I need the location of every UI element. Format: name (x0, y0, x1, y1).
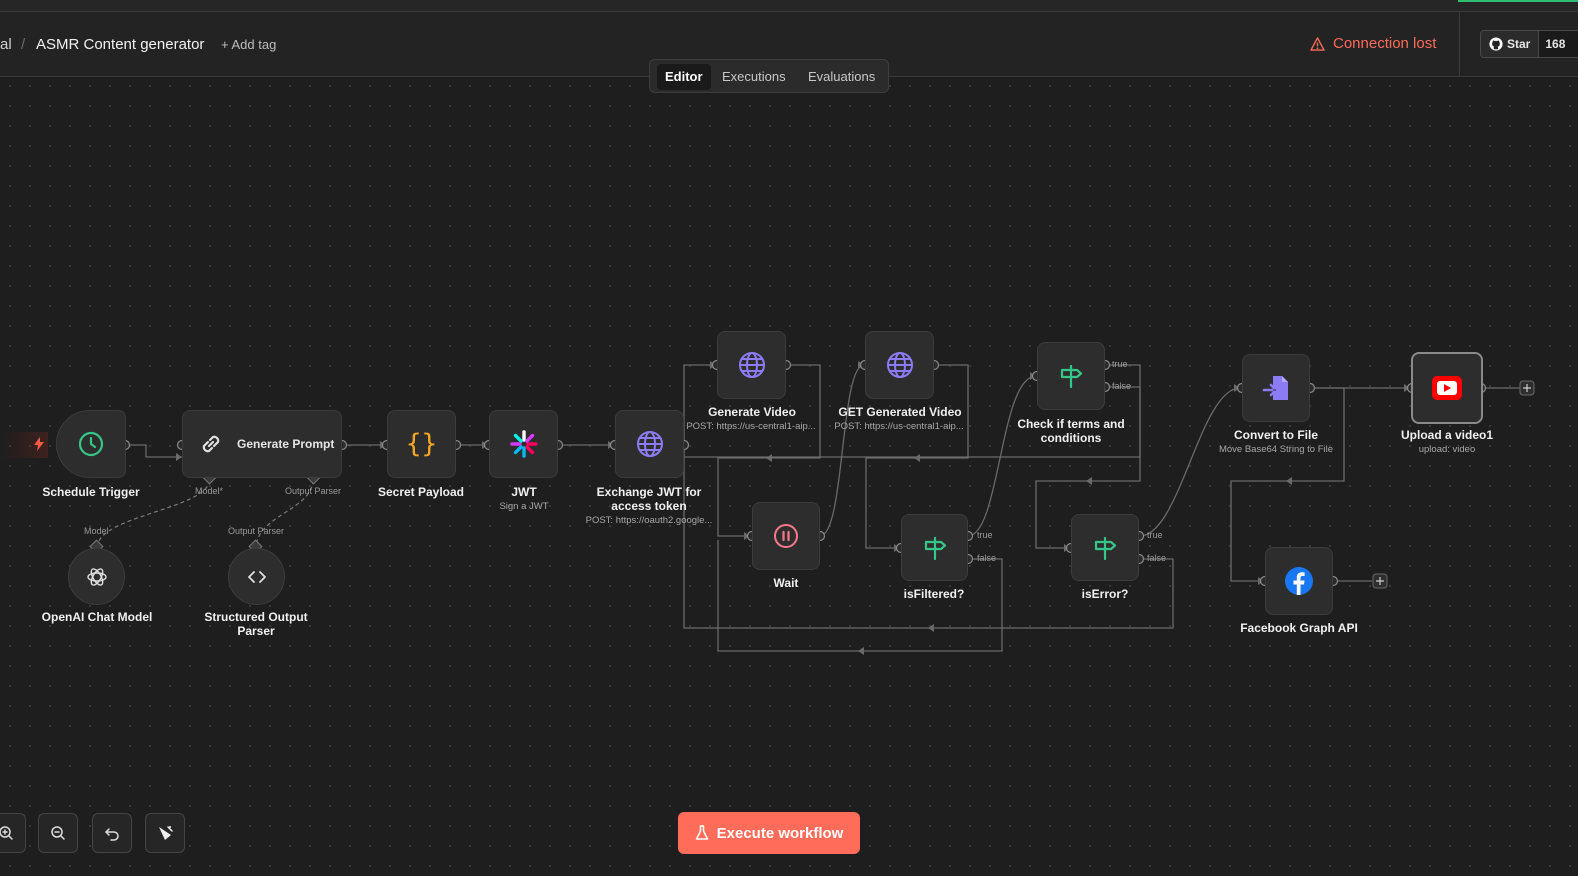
is-error-true-label: true (1147, 530, 1163, 540)
node-exchange-jwt[interactable] (615, 410, 684, 478)
node-facebook-graph-api[interactable] (1265, 547, 1333, 615)
port-output-parser-label: Output Parser (285, 486, 342, 496)
node-wait[interactable] (752, 502, 820, 570)
parser-port-label: Output Parser (228, 526, 285, 536)
openai-icon (86, 567, 107, 586)
node-schedule-trigger-label: Schedule Trigger (42, 485, 140, 499)
node-secret-payload[interactable]: {} (387, 410, 456, 478)
broom-icon (159, 826, 173, 840)
node-is-filtered[interactable] (901, 514, 968, 581)
node-get-generated-video[interactable] (865, 331, 934, 399)
zoom-in-button[interactable] (0, 813, 26, 853)
node-exchange-jwt-label: Exchange JWT for access token (596, 485, 702, 513)
node-generate-video[interactable] (717, 331, 786, 399)
node-facebook-graph-api-label: Facebook Graph API (1240, 621, 1358, 635)
execute-workflow-label: Execute workflow (716, 824, 844, 842)
code-icon (247, 570, 266, 583)
is-filtered-false-label: false (977, 553, 997, 563)
node-get-generated-video-label: GET Generated Video (838, 405, 962, 419)
node-check-terms[interactable] (1037, 342, 1105, 410)
signpost-icon (1060, 364, 1083, 389)
signpost-icon (924, 536, 946, 560)
node-upload-video[interactable] (1411, 352, 1483, 424)
node-wait-label: Wait (773, 576, 799, 590)
node-is-error-label: isError? (1081, 587, 1129, 601)
is-filtered-true-label: true (977, 530, 993, 540)
reset-zoom-button[interactable] (92, 813, 132, 853)
execute-workflow-button[interactable]: Execute workflow (678, 812, 860, 854)
node-exchange-jwt-sub: POST: https://oauth2.google... (585, 515, 713, 526)
edge-wait-getvideo[interactable] (819, 364, 865, 537)
node-openai-chat-model-label: OpenAI Chat Model (41, 610, 153, 624)
globe-icon (636, 431, 663, 457)
check-terms-true-label: true (1112, 359, 1128, 369)
node-check-terms-label: Check if terms and conditions (1017, 417, 1125, 445)
port-model-label: Model* (195, 486, 224, 496)
braces-icon: {} (405, 429, 438, 459)
node-is-filtered-label: isFiltered? (903, 587, 965, 601)
node-convert-to-file[interactable] (1242, 354, 1310, 422)
clock-icon (78, 431, 104, 457)
edge-isfiltered-check[interactable] (967, 375, 1037, 537)
openai-port-label: Model (84, 526, 109, 536)
link-icon (202, 435, 220, 453)
facebook-icon (1285, 567, 1313, 595)
node-jwt[interactable] (489, 410, 558, 478)
node-secret-payload-label: Secret Payload (377, 485, 465, 499)
is-error-false-label: false (1147, 553, 1167, 563)
globe-icon (738, 352, 765, 378)
node-openai-chat-model[interactable] (68, 548, 125, 605)
file-convert-icon (1262, 376, 1288, 400)
globe-icon (886, 352, 913, 378)
node-generate-prompt-label: Generate Prompt (237, 437, 335, 451)
node-is-error[interactable] (1071, 514, 1139, 581)
node-schedule-trigger[interactable] (56, 410, 126, 478)
edge-trigger-prompt[interactable] (126, 444, 182, 458)
tidy-up-button[interactable] (145, 813, 185, 853)
trigger-bolt-icon (34, 437, 44, 451)
edge-iserror-convert[interactable] (1139, 387, 1241, 537)
flask-icon (695, 825, 708, 840)
node-structured-output-parser[interactable] (228, 548, 285, 605)
node-convert-to-file-sub: Move Base64 String to File (1218, 444, 1334, 455)
signpost-icon (1094, 536, 1117, 560)
node-generate-prompt[interactable]: Generate Prompt (182, 410, 342, 478)
zoom-out-button[interactable] (38, 813, 78, 853)
node-upload-video-sub: upload: video (1418, 444, 1476, 455)
node-jwt-label: JWT (511, 485, 537, 499)
check-terms-false-label: false (1112, 381, 1132, 391)
node-get-generated-video-sub: POST: https://us-central1-aip... (834, 421, 964, 432)
node-generate-video-label: Generate Video (708, 405, 796, 419)
jwt-icon (509, 430, 538, 458)
zoom-out-icon (51, 826, 65, 840)
node-convert-to-file-label: Convert to File (1233, 428, 1318, 442)
node-jwt-sub: Sign a JWT (499, 501, 549, 512)
pause-icon (774, 524, 798, 548)
zoom-in-icon (0, 826, 13, 840)
youtube-icon (1432, 376, 1462, 400)
node-structured-output-parser-label: Structured Output Parser (204, 610, 308, 638)
node-generate-video-sub: POST: https://us-central1-aip... (686, 421, 816, 432)
undo-icon (105, 828, 119, 841)
node-upload-video-label: Upload a video1 (1400, 428, 1494, 442)
